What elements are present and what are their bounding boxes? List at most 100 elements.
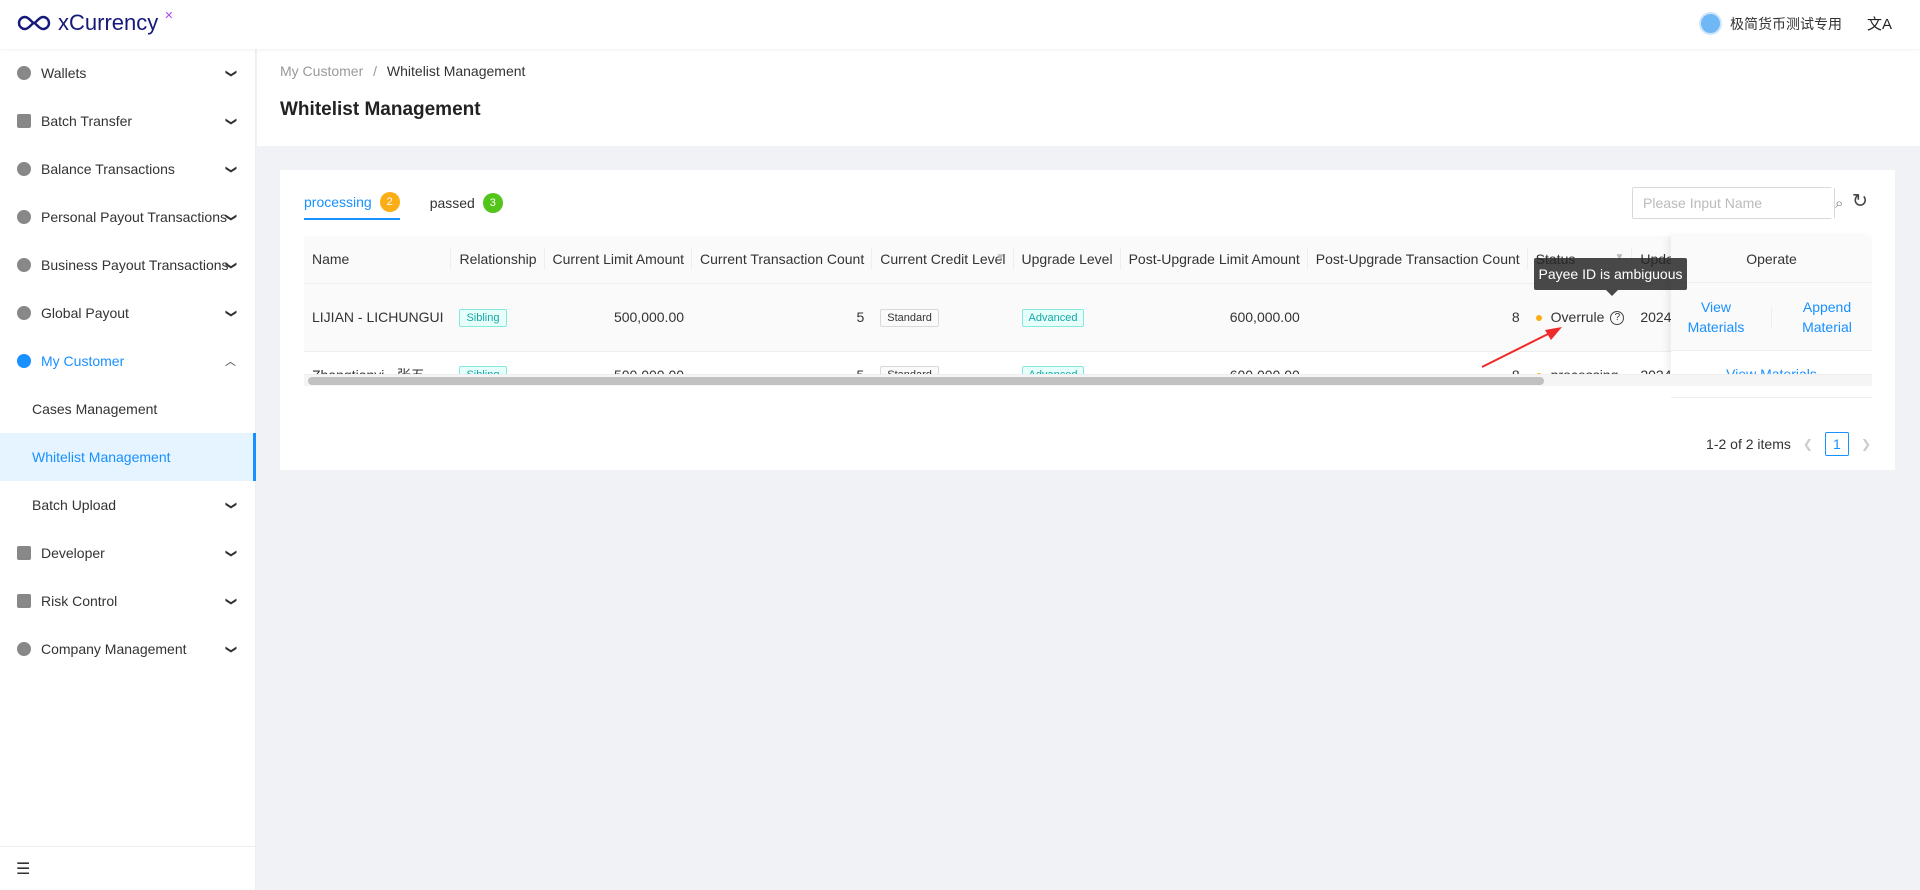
avatar xyxy=(1699,12,1722,35)
tab-passed[interactable]: passed 3 xyxy=(430,188,503,218)
sidebar-item-wallets[interactable]: Wallets ❯ xyxy=(0,49,256,97)
column-header: Post-Upgrade Transaction Count xyxy=(1307,236,1528,284)
chevron-down-icon: ❯ xyxy=(224,308,237,318)
column-header: Current Transaction Count xyxy=(692,236,873,284)
chevron-up-icon: ︿ xyxy=(225,356,236,368)
column-header: Current Limit Amount xyxy=(544,236,693,284)
sidebar-item-business-payout[interactable]: Business Payout Transactions ❯ xyxy=(0,241,256,289)
question-circle-icon[interactable]: ? xyxy=(1610,311,1625,326)
sidebar-item-label: Balance Transactions xyxy=(41,161,175,177)
current-count-cell: 5 xyxy=(692,283,873,352)
sidebar-item-label: Batch Upload xyxy=(32,497,117,513)
balance-icon xyxy=(17,162,31,176)
sidebar-item-label: Risk Control xyxy=(41,593,118,609)
tab-processing[interactable]: processing 2 xyxy=(304,188,400,220)
sidebar-item-risk-control[interactable]: Risk Control ❯ xyxy=(0,577,256,625)
page-button[interactable]: 1 xyxy=(1824,432,1849,456)
sidebar-item-label: Global Payout xyxy=(41,305,129,321)
view-materials-link[interactable]: View Materials xyxy=(1681,297,1751,337)
column-header: Operate xyxy=(1671,236,1872,283)
wallet-icon xyxy=(17,66,31,80)
chevron-down-icon: ❯ xyxy=(224,500,237,510)
post-count-cell: 8 xyxy=(1307,283,1528,352)
pagination: 1-2 of 2 items ❮ 1 ❯ xyxy=(1706,432,1871,456)
column-header: Post-Upgrade Limit Amount xyxy=(1120,236,1308,284)
collapse-sidebar-icon[interactable]: ☰ xyxy=(0,846,256,890)
status-dot xyxy=(1535,315,1542,322)
user-menu[interactable]: 极简货币测试专用 xyxy=(1699,12,1842,35)
translate-icon[interactable]: 文A xyxy=(1867,13,1892,34)
chevron-down-icon: ❯ xyxy=(224,212,237,222)
refresh-icon[interactable]: ↻ xyxy=(1852,190,1868,213)
page-title: Whitelist Management xyxy=(280,99,481,120)
sidebar-item-label: Business Payout Transactions xyxy=(41,257,229,273)
company-icon xyxy=(17,642,31,656)
chevron-down-icon: ❯ xyxy=(224,68,237,78)
upgrade-level-tag: Advanced xyxy=(1021,308,1085,327)
risk-icon xyxy=(17,594,31,608)
breadcrumb-current: Whitelist Management xyxy=(386,63,526,79)
scrollbar-thumb[interactable] xyxy=(308,377,1544,385)
update-cell: 2024- xyxy=(1632,283,1671,352)
sidebar: Wallets ❯ Batch Transfer ❯ Balance Transac… xyxy=(0,49,256,890)
sidebar-item-my-customer[interactable]: My Customer ︿ xyxy=(0,337,256,385)
next-page-icon[interactable]: ❯ xyxy=(1861,437,1871,451)
search-box: ⌕ xyxy=(1632,187,1843,219)
column-header: Current Credit Level ▼ xyxy=(872,236,1014,284)
append-material-link[interactable]: Append Material xyxy=(1792,297,1862,337)
column-header: Relationship xyxy=(451,236,545,284)
search-input[interactable] xyxy=(1633,188,1834,218)
breadcrumb: My Customer / Whitelist Management xyxy=(280,63,525,79)
business-payout-icon xyxy=(17,258,31,272)
user-name: 极简货币测试专用 xyxy=(1730,15,1842,32)
sidebar-item-label: Wallets xyxy=(41,65,87,81)
count-badge: 2 xyxy=(379,192,400,212)
logo[interactable]: xCurrency ✕ xyxy=(16,10,173,36)
breadcrumb-parent[interactable]: My Customer xyxy=(280,63,363,79)
app-name: xCurrency xyxy=(58,10,159,35)
chevron-down-icon: ❯ xyxy=(224,644,237,654)
column-header: Name xyxy=(304,236,452,284)
sidebar-item-label: Developer xyxy=(41,545,105,561)
sidebar-item-label: Batch Transfer xyxy=(41,113,133,129)
tab-label: processing xyxy=(304,194,372,210)
sidebar-item-label: My Customer xyxy=(41,353,125,369)
sidebar-item-company-management[interactable]: Company Management ❯ xyxy=(0,625,256,673)
sidebar-item-batch-transfer[interactable]: Batch Transfer ❯ xyxy=(0,97,256,145)
sidebar-item-personal-payout[interactable]: Personal Payout Transactions ❯ xyxy=(0,193,256,241)
customer-icon xyxy=(17,354,31,368)
chevron-down-icon: ❯ xyxy=(224,260,237,270)
chevron-down-icon: ❯ xyxy=(224,164,237,174)
column-header: Upgrade Level xyxy=(1013,236,1121,284)
sidebar-item-batch-upload[interactable]: Batch Upload ❯ xyxy=(0,481,256,529)
sidebar-item-developer[interactable]: Developer ❯ xyxy=(0,529,256,577)
sidebar-item-label: Personal Payout Transactions xyxy=(41,209,227,225)
credit-level-tag: Standard xyxy=(880,308,939,327)
infinity-logo-icon xyxy=(17,15,51,31)
count-badge: 3 xyxy=(482,193,503,213)
name-cell: LIJIAN - LICHUNGUI xyxy=(304,283,452,352)
sidebar-item-balance-transactions[interactable]: Balance Transactions ❯ xyxy=(0,145,256,193)
filter-icon[interactable]: ▼ xyxy=(996,252,1006,263)
breadcrumb-separator: / xyxy=(373,63,378,79)
pagination-summary: 1-2 of 2 items xyxy=(1706,436,1791,452)
sidebar-item-label: Company Management xyxy=(41,641,187,657)
sidebar-item-whitelist-management[interactable]: Whitelist Management xyxy=(0,433,256,481)
sidebar-item-cases-management[interactable]: Cases Management xyxy=(0,385,256,433)
sidebar-item-label: Cases Management xyxy=(32,401,158,417)
operate-column: Operate View MaterialsAppend Material Vi… xyxy=(1671,236,1872,398)
chevron-down-icon: ❯ xyxy=(224,116,237,126)
prev-page-icon[interactable]: ❮ xyxy=(1803,437,1813,451)
horizontal-scrollbar[interactable] xyxy=(304,374,1872,386)
chevron-down-icon: ❯ xyxy=(224,596,237,606)
post-limit-cell: 600,000.00 xyxy=(1120,283,1308,352)
page-header: My Customer / Whitelist Management White… xyxy=(257,49,1920,146)
search-icon[interactable]: ⌕ xyxy=(1834,188,1843,218)
status-tabs: processing 2 passed 3 xyxy=(304,188,503,220)
status-tooltip: Payee ID is ambiguous xyxy=(1534,258,1687,296)
whitelist-card: processing 2 passed 3 ⌕ ↻ Name Relationshi… xyxy=(280,170,1895,470)
top-bar: xCurrency ✕ 极简货币测试专用 文A xyxy=(0,0,1920,49)
developer-icon xyxy=(17,546,31,560)
current-limit-cell: 500,000.00 xyxy=(544,283,693,352)
sidebar-item-global-payout[interactable]: Global Payout ❯ xyxy=(0,289,256,337)
